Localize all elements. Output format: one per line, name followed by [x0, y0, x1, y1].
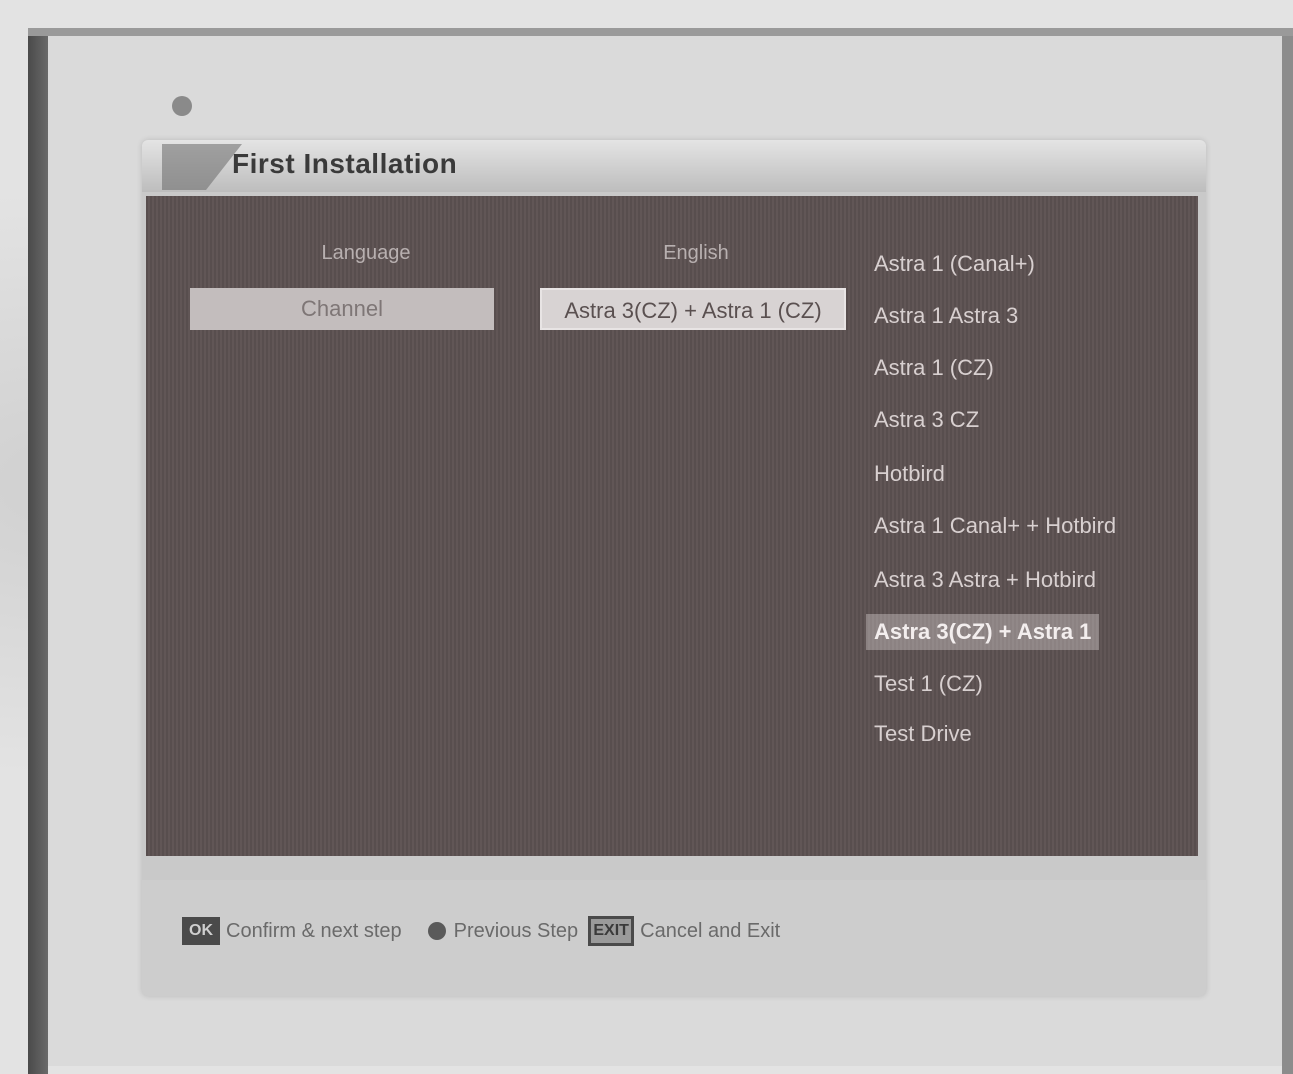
english-column-header: English [663, 242, 729, 264]
title-tab-icon [162, 144, 242, 190]
satellite-select[interactable]: Astra 3(CZ) + Astra 1 (CZ) [540, 288, 846, 330]
satellite-list-item[interactable]: Astra 1 Canal+ + Hotbird [866, 508, 1124, 544]
previous-step-hint: Previous Step [453, 919, 579, 942]
satellite-list-item[interactable]: Astra 1 Astra 3 [866, 298, 1026, 334]
confirm-hint: Confirm & next step [226, 919, 402, 942]
language-column-header: Language [321, 242, 411, 264]
cancel-exit-hint: Cancel and Exit [640, 919, 781, 942]
photo-stage: First Installation Language English Chan… [0, 0, 1293, 1074]
satellite-list-item[interactable]: Hotbird [866, 456, 953, 492]
satellite-list-item[interactable]: Test Drive [866, 716, 980, 752]
exit-key-icon: EXIT [588, 916, 635, 946]
tv-bezel-left [28, 28, 48, 1074]
satellite-list-item-selected[interactable]: Astra 3(CZ) + Astra 1 [866, 614, 1100, 650]
footer-help-bar: OK Confirm & next step Previous Step EXI… [182, 916, 790, 946]
dialog-footer: OK Confirm & next step Previous Step EXI… [142, 880, 1206, 996]
satellite-list-item[interactable]: Astra 3 CZ [866, 402, 987, 438]
dialog-title-bar: First Installation [142, 96, 1206, 192]
first-installation-dialog: First Installation Language English Chan… [142, 96, 1206, 996]
dialog-title: First Installation [232, 148, 458, 179]
satellite-list-item[interactable]: Astra 1 (Canal+) [866, 246, 1043, 282]
satellite-list-item[interactable]: Astra 3 Astra + Hotbird [866, 562, 1104, 598]
satellite-list-item[interactable]: Astra 1 (CZ) [866, 350, 1002, 386]
language-select[interactable]: Channel [190, 288, 494, 330]
dialog-content: Language English Channel Astra 3(CZ) + A… [146, 196, 1198, 856]
menu-bullet-icon [172, 96, 192, 116]
satellite-list-item[interactable]: Test 1 (CZ) [866, 666, 991, 702]
back-button-icon [427, 922, 446, 940]
tv-bezel-top [28, 28, 1293, 36]
ok-key-icon: OK [182, 917, 220, 945]
tv-bezel-right [1282, 36, 1293, 1074]
